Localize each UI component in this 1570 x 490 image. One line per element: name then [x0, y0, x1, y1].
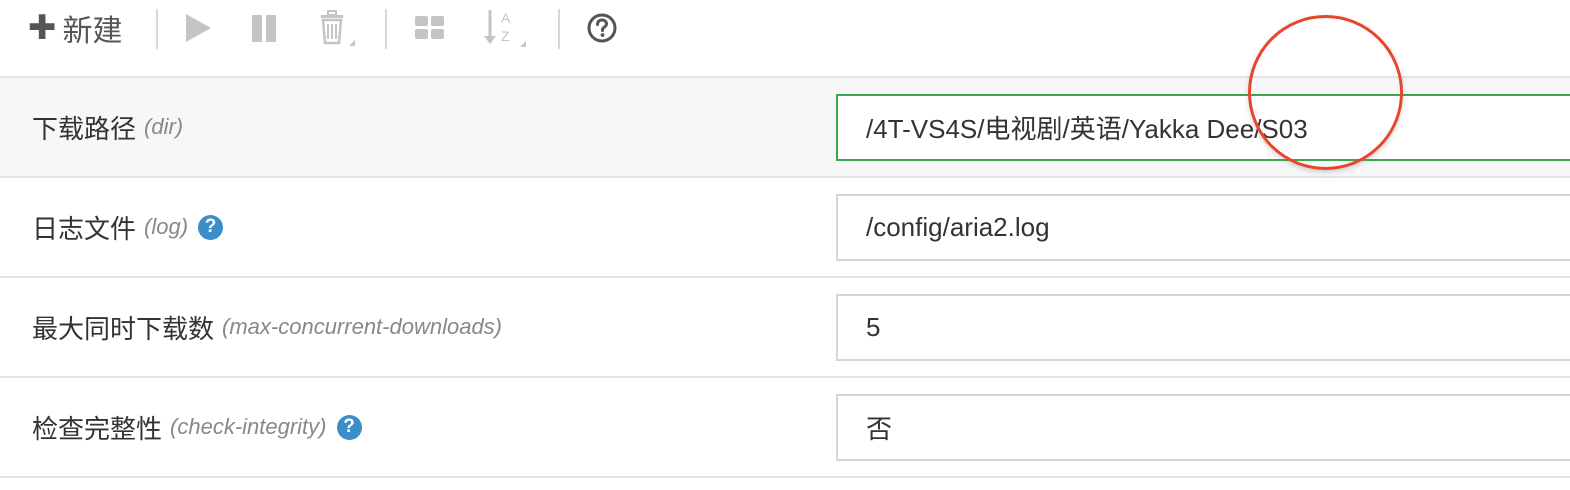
start-button[interactable]	[180, 10, 216, 46]
grid-icon	[415, 16, 444, 39]
setting-label-text: 检查完整性	[32, 414, 163, 445]
sort-z-glyph: Z	[501, 28, 510, 44]
plus-icon: ✚	[28, 8, 57, 48]
help-circle-icon	[587, 13, 617, 43]
setting-label: 日志文件 (log) ?	[32, 178, 224, 276]
log-input-value: /config/aria2.log	[866, 212, 1050, 242]
max-concurrent-downloads-input[interactable]: 5	[836, 294, 1570, 361]
toolbar: ✚ 新建 A Z	[0, 0, 1570, 78]
new-task-button[interactable]: ✚ 新建	[28, 6, 123, 50]
trash-icon	[321, 10, 355, 46]
setting-label: 下载路径 (dir)	[32, 78, 183, 176]
new-task-label: 新建	[62, 14, 123, 49]
setting-option-name: (max-concurrent-downloads)	[222, 314, 503, 339]
toolbar-divider	[558, 9, 560, 49]
check-integrity-value: 否	[866, 415, 893, 445]
toolbar-divider	[156, 9, 158, 49]
settings-list: 下载路径 (dir) /4T-VS4S/电视剧/英语/Yakka Dee/S03…	[0, 78, 1570, 478]
pause-icon	[252, 15, 276, 42]
dir-input-value: /4T-VS4S/电视剧/英语/Yakka Dee/S03	[866, 114, 1308, 144]
dir-input[interactable]: /4T-VS4S/电视剧/英语/Yakka Dee/S03	[836, 94, 1570, 161]
setting-label: 检查完整性 (check-integrity) ?	[32, 378, 362, 476]
setting-label: 最大同时下载数 (max-concurrent-downloads)	[32, 278, 502, 376]
check-integrity-select[interactable]: 否	[836, 394, 1570, 461]
sort-az-icon: A Z	[484, 10, 526, 47]
toolbar-divider	[385, 9, 387, 49]
pause-button[interactable]	[246, 10, 282, 46]
setting-option-name: (check-integrity)	[170, 414, 327, 439]
sort-a-glyph: A	[501, 10, 511, 26]
setting-row-dir: 下载路径 (dir) /4T-VS4S/电视剧/英语/Yakka Dee/S03	[0, 78, 1570, 178]
help-button[interactable]	[584, 10, 620, 46]
setting-row-max-concurrent-downloads: 最大同时下载数 (max-concurrent-downloads) 5	[0, 278, 1570, 378]
question-icon[interactable]: ?	[336, 414, 362, 440]
setting-label-text: 下载路径	[32, 114, 137, 145]
setting-option-name: (dir)	[144, 114, 184, 139]
log-input[interactable]: /config/aria2.log	[836, 194, 1570, 261]
max-concurrent-downloads-value: 5	[866, 312, 881, 342]
setting-label-text: 日志文件	[32, 214, 137, 245]
view-mode-button[interactable]	[412, 10, 448, 46]
setting-row-check-integrity: 检查完整性 (check-integrity) ? 否	[0, 378, 1570, 478]
sort-button[interactable]: A Z	[482, 6, 532, 50]
setting-option-name: (log)	[144, 214, 189, 239]
setting-row-log: 日志文件 (log) ? /config/aria2.log	[0, 178, 1570, 278]
play-icon	[186, 14, 211, 42]
question-icon[interactable]: ?	[198, 214, 224, 240]
delete-button[interactable]	[314, 8, 360, 50]
setting-label-text: 最大同时下载数	[32, 314, 215, 345]
